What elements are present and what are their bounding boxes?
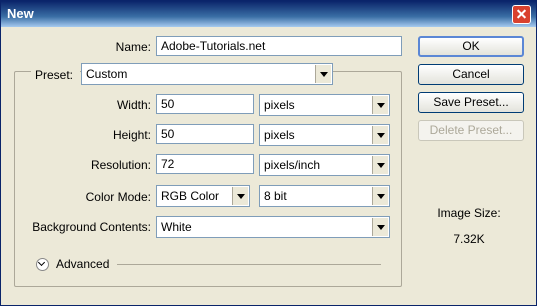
- color-mode-select[interactable]: RGB Color: [156, 185, 250, 207]
- resolution-unit-select[interactable]: pixels/inch: [259, 154, 390, 176]
- resolution-input[interactable]: 72: [156, 154, 254, 174]
- chevron-down-icon: [315, 65, 331, 83]
- width-label: Width:: [116, 98, 151, 112]
- color-mode-value: RGB Color: [161, 189, 220, 203]
- preset-select[interactable]: Custom: [81, 63, 333, 85]
- advanced-label[interactable]: Advanced: [56, 257, 109, 271]
- preset-value: Custom: [86, 67, 128, 81]
- chevron-down-icon: [372, 156, 388, 174]
- height-label: Height:: [112, 128, 151, 142]
- background-contents-select[interactable]: White: [156, 216, 390, 238]
- chevron-down-icon: [372, 218, 388, 236]
- chevron-down-icon: [372, 126, 388, 144]
- resolution-unit-value: pixels/inch: [264, 158, 321, 172]
- image-size-value: 7.32K: [453, 232, 485, 246]
- name-input[interactable]: Adobe-Tutorials.net: [156, 36, 402, 56]
- height-unit-select[interactable]: pixels: [259, 124, 390, 146]
- resolution-label: Resolution:: [90, 158, 151, 172]
- background-contents-label: Background Contents:: [32, 220, 151, 234]
- image-size-label: Image Size:: [437, 206, 501, 220]
- expand-advanced-icon[interactable]: [36, 258, 49, 271]
- cancel-button[interactable]: Cancel: [418, 64, 524, 85]
- save-preset-button[interactable]: Save Preset...: [418, 92, 524, 113]
- title-bar[interactable]: New: [1, 1, 536, 27]
- new-document-dialog: New Name: Adobe-Tutorials.net Preset: Cu…: [0, 0, 537, 306]
- chevron-down-icon: [372, 96, 388, 114]
- close-icon[interactable]: [512, 5, 531, 24]
- delete-preset-button: Delete Preset...: [418, 120, 524, 141]
- width-unit-value: pixels: [264, 98, 295, 112]
- height-input[interactable]: 50: [156, 124, 254, 144]
- chevron-down-icon: [372, 187, 388, 205]
- ok-button[interactable]: OK: [418, 36, 524, 57]
- width-unit-select[interactable]: pixels: [259, 94, 390, 116]
- bit-depth-value: 8 bit: [264, 189, 287, 203]
- color-mode-label: Color Mode:: [85, 190, 151, 204]
- width-input[interactable]: 50: [156, 94, 254, 114]
- chevron-down-icon: [232, 187, 248, 205]
- name-label: Name:: [115, 40, 151, 54]
- window-title: New: [7, 6, 34, 21]
- preset-label: Preset:: [31, 68, 80, 82]
- advanced-divider: [117, 264, 381, 265]
- height-unit-value: pixels: [264, 128, 295, 142]
- background-contents-value: White: [161, 220, 192, 234]
- bit-depth-select[interactable]: 8 bit: [259, 185, 390, 207]
